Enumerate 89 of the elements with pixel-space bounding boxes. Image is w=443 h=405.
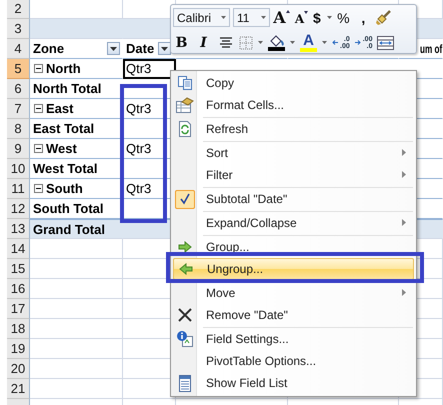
format-cells-icon — [176, 97, 194, 113]
zone-label: West — [46, 141, 77, 156]
caret-icon — [110, 46, 117, 50]
center-align-icon — [218, 36, 232, 48]
menu-item[interactable]: Refresh — [173, 118, 414, 140]
menu-item[interactable]: Remove "Date" — [173, 304, 414, 326]
row-number[interactable]: 4 — [7, 39, 30, 59]
menu-item[interactable]: Move — [173, 282, 414, 304]
table-cell: Qtr3 — [123, 59, 176, 79]
menu-item[interactable]: Filter — [173, 164, 414, 186]
font-size-field[interactable]: 11 — [233, 8, 270, 27]
dropdown-arrow-icon[interactable] — [221, 16, 226, 19]
percent-button[interactable]: % — [334, 8, 352, 28]
row-number[interactable]: 5 — [7, 59, 30, 79]
copy-icon — [177, 75, 193, 91]
left-arrow-icon — [179, 263, 193, 275]
row-number[interactable]: 9 — [7, 139, 30, 159]
format-painter-button[interactable] — [374, 8, 392, 28]
row-number[interactable]: 3 — [7, 19, 30, 39]
row-number[interactable]: 12 — [7, 199, 30, 219]
field-list-icon — [179, 374, 191, 392]
zone-label: East — [46, 101, 74, 116]
comma-button[interactable]: , — [354, 8, 372, 28]
borders-icon — [239, 36, 253, 50]
row-number[interactable]: 7 — [7, 99, 30, 119]
menu-item[interactable]: PivotTable Options... — [173, 350, 414, 372]
menu-item[interactable]: Expand/Collapse — [173, 212, 414, 234]
row-number[interactable]: 8 — [7, 119, 30, 139]
brush-icon — [375, 10, 392, 26]
row-number[interactable]: 15 — [7, 259, 30, 279]
menu-item[interactable]: Sort — [173, 142, 414, 164]
collapse-icon[interactable] — [34, 184, 43, 193]
menu-item[interactable]: Subtotal "Date" — [173, 188, 414, 210]
collapse-icon[interactable] — [34, 144, 43, 153]
font-name-field[interactable]: Calibri — [173, 8, 230, 27]
refresh-icon — [178, 121, 192, 137]
field-settings-icon — [176, 330, 194, 348]
up-triangle-icon — [286, 10, 290, 12]
filter-dropdown-button[interactable] — [107, 42, 120, 55]
collapse-icon[interactable] — [34, 64, 43, 73]
menu-item[interactable]: Ungroup... — [173, 258, 414, 280]
menu-item[interactable]: Group... — [173, 236, 414, 258]
italic-button[interactable]: I — [195, 32, 212, 52]
down-triangle-icon — [304, 10, 308, 14]
paint-bucket-icon — [268, 34, 285, 50]
table-cell: North Total — [30, 79, 123, 99]
menu-item[interactable]: Show Field List — [173, 372, 414, 394]
header-label: Zone — [32, 41, 64, 56]
font-color-button[interactable]: A — [300, 32, 327, 52]
dropdown-arrow-icon[interactable] — [258, 41, 263, 44]
currency-button[interactable]: $ — [313, 8, 332, 28]
row-number[interactable]: 20 — [7, 359, 30, 379]
table-cell: West Total — [30, 159, 123, 179]
row-number[interactable]: 10 — [7, 159, 30, 179]
caret-icon — [161, 46, 168, 50]
grow-font-button[interactable]: A — [273, 8, 290, 28]
header-label: um of — [420, 42, 442, 56]
row-number[interactable]: 11 — [7, 179, 30, 199]
row-number[interactable]: 19 — [7, 339, 30, 359]
right-arrow-icon — [178, 241, 192, 253]
row-number[interactable]: 21 — [7, 379, 30, 399]
collapse-icon[interactable] — [34, 104, 43, 113]
remove-icon — [178, 308, 192, 322]
menu-item[interactable]: Field Settings... — [173, 328, 414, 350]
table-cell: East Total — [30, 119, 123, 139]
fill-color-button[interactable] — [268, 32, 295, 52]
arrow-icon — [354, 40, 361, 45]
row-number[interactable]: 13 — [7, 219, 30, 239]
menu-item[interactable]: Copy — [173, 72, 414, 94]
row-number[interactable]: 14 — [7, 239, 30, 259]
arrow-icon — [332, 40, 338, 45]
row-number[interactable]: 6 — [7, 79, 30, 99]
zone-label: South — [46, 181, 83, 196]
row-number[interactable]: 2 — [7, 0, 30, 19]
row-number[interactable]: 16 — [7, 279, 30, 299]
row-number[interactable]: 17 — [7, 299, 30, 319]
table-cell: Grand Total — [30, 219, 123, 239]
filter-dropdown-button[interactable] — [158, 42, 171, 55]
menu-item[interactable]: Format Cells... — [173, 94, 414, 116]
shrink-font-button[interactable]: A — [293, 8, 310, 28]
zone-label: North — [46, 61, 81, 76]
merge-cells-icon — [377, 36, 394, 50]
row-number[interactable]: 18 — [7, 319, 30, 339]
dropdown-arrow-icon[interactable] — [326, 16, 332, 19]
dropdown-arrow-icon[interactable] — [322, 41, 327, 44]
bold-button[interactable]: B — [173, 32, 190, 52]
dropdown-arrow-icon[interactable] — [290, 41, 295, 44]
header-label: Date — [125, 41, 154, 56]
dropdown-arrow-icon[interactable] — [261, 16, 266, 19]
